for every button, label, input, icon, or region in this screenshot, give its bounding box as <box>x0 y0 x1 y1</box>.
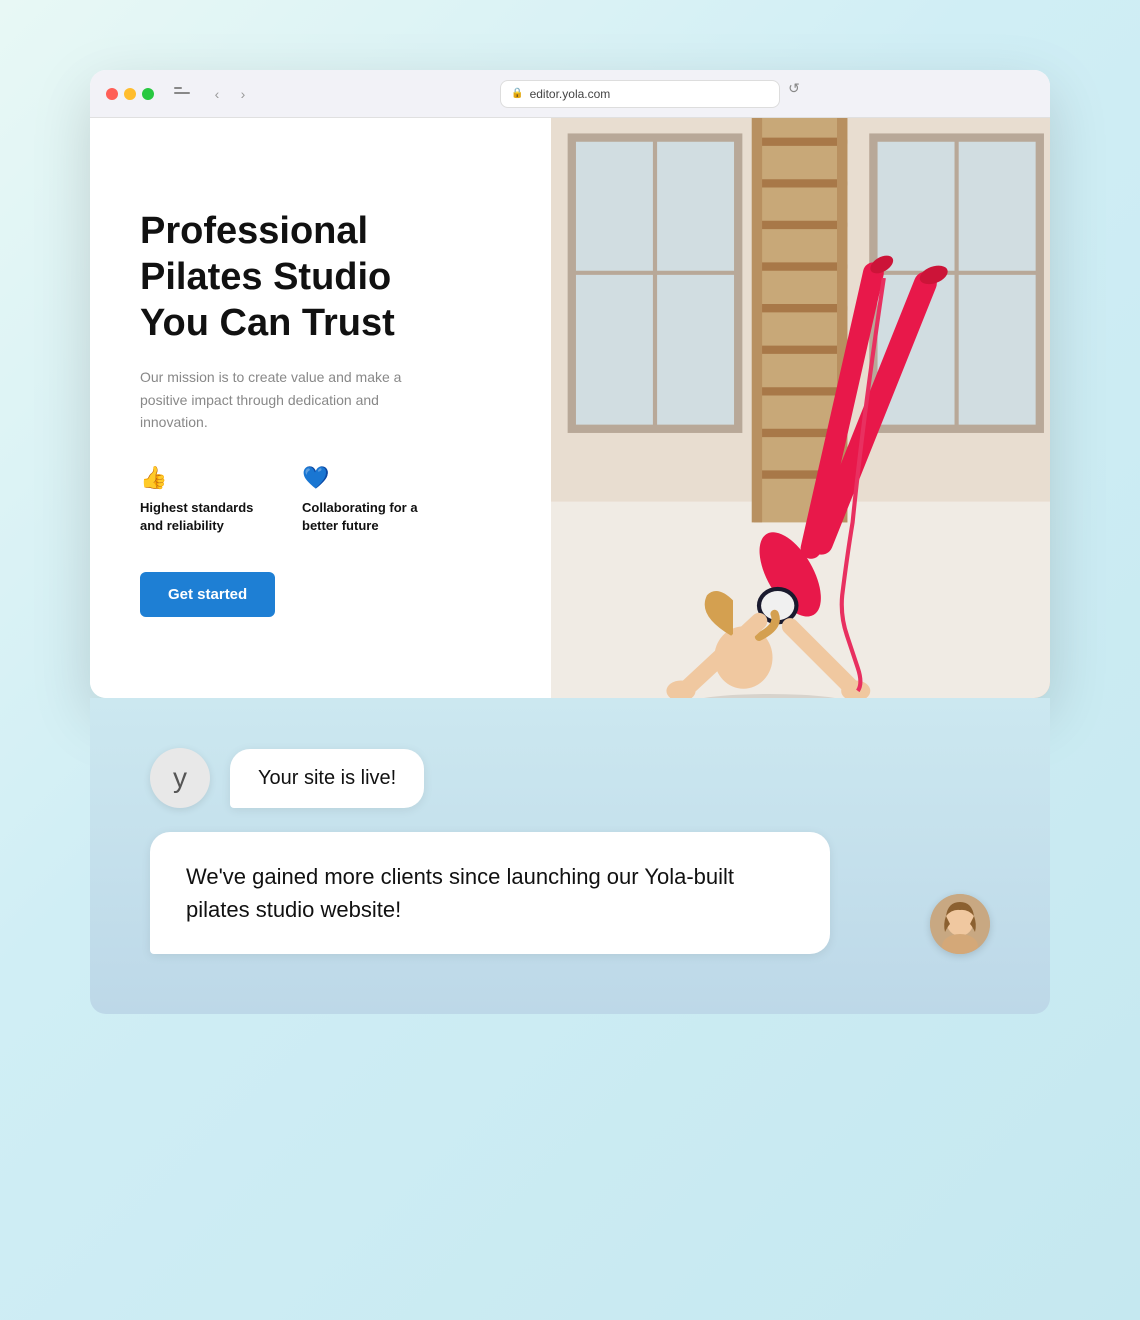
page-wrapper: ‹ › 🔒 editor.yola.com ↺ Professional Pil… <box>70 70 1070 1250</box>
chat-bubble-live: y Your site is live! <box>150 748 990 808</box>
get-started-button[interactable]: Get started <box>140 572 275 617</box>
browser-window: ‹ › 🔒 editor.yola.com ↺ Professional Pil… <box>90 70 1050 698</box>
forward-button[interactable]: › <box>232 83 254 105</box>
feature-label-collaborating: Collaborating for a better future <box>302 499 432 535</box>
address-bar[interactable]: 🔒 editor.yola.com <box>500 80 780 108</box>
site-heading: Professional Pilates Studio You Can Trus… <box>140 209 501 346</box>
heart-icon: 💙 <box>302 465 432 491</box>
maximize-button[interactable] <box>142 88 154 100</box>
feature-label-standards: Highest standards and reliability <box>140 499 270 535</box>
address-bar-wrapper: 🔒 editor.yola.com ↺ <box>266 80 1034 108</box>
chat-bubble-testimonial-row: We've gained more clients since launchin… <box>150 832 990 954</box>
lock-icon: 🔒 <box>511 88 523 99</box>
user-avatar <box>930 894 990 954</box>
browser-titlebar: ‹ › 🔒 editor.yola.com ↺ <box>90 70 1050 118</box>
features-row: 👍 Highest standards and reliability 💙 Co… <box>140 465 501 535</box>
nav-buttons: ‹ › <box>206 83 254 105</box>
close-button[interactable] <box>106 88 118 100</box>
reload-button[interactable]: ↺ <box>788 80 800 108</box>
bubble-text-testimonial: We've gained more clients since launchin… <box>150 832 830 954</box>
url-text: editor.yola.com <box>530 87 611 101</box>
traffic-lights <box>106 88 154 100</box>
bubble-text-live: Your site is live! <box>230 749 424 808</box>
pilates-image <box>551 118 1050 698</box>
minimize-button[interactable] <box>124 88 136 100</box>
toggle-bar <box>174 87 182 89</box>
yola-avatar: y <box>150 748 210 808</box>
website-content: Professional Pilates Studio You Can Trus… <box>90 118 1050 698</box>
thumbs-up-icon: 👍 <box>140 465 270 491</box>
chat-section: y Your site is live! We've gained more c… <box>90 698 1050 1014</box>
back-button[interactable]: ‹ <box>206 83 228 105</box>
website-left-panel: Professional Pilates Studio You Can Trus… <box>90 118 551 698</box>
toggle-bar <box>174 92 190 94</box>
sidebar-toggle-icon[interactable] <box>174 87 194 101</box>
feature-item-collaborating: 💙 Collaborating for a better future <box>302 465 432 535</box>
feature-item-standards: 👍 Highest standards and reliability <box>140 465 270 535</box>
site-description: Our mission is to create value and make … <box>140 366 420 433</box>
website-right-panel <box>551 118 1050 698</box>
